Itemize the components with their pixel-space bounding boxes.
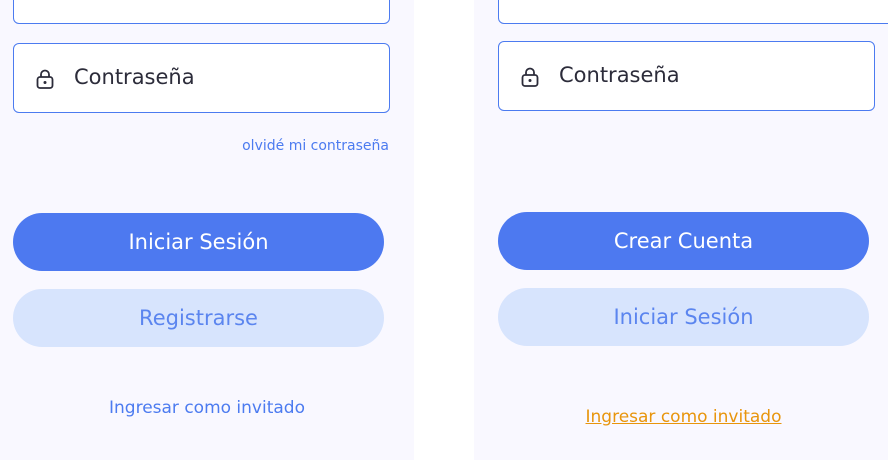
forgot-password-link[interactable]: olvidé mi contraseña: [242, 138, 389, 154]
signup-screen: Contraseña Crear Cuenta Iniciar Sesión I…: [474, 0, 888, 460]
login-button[interactable]: Iniciar Sesión: [13, 213, 384, 271]
password-placeholder: Contraseña: [74, 65, 195, 89]
password-placeholder: Contraseña: [559, 63, 680, 87]
register-button[interactable]: Registrarse: [13, 289, 384, 347]
login-button[interactable]: Iniciar Sesión: [498, 288, 869, 346]
guest-login-link[interactable]: Ingresar como invitado: [0, 398, 414, 418]
password-field[interactable]: Contraseña: [13, 43, 390, 113]
login-screen: Contraseña olvidé mi contraseña Iniciar …: [0, 0, 414, 460]
lock-icon: [521, 67, 539, 87]
password-field[interactable]: Contraseña: [498, 41, 875, 111]
create-account-button[interactable]: Crear Cuenta: [498, 212, 869, 270]
email-field[interactable]: [498, 0, 888, 24]
lock-icon: [36, 69, 54, 89]
username-field[interactable]: [13, 0, 390, 24]
guest-login-link[interactable]: Ingresar como invitado: [498, 407, 869, 427]
